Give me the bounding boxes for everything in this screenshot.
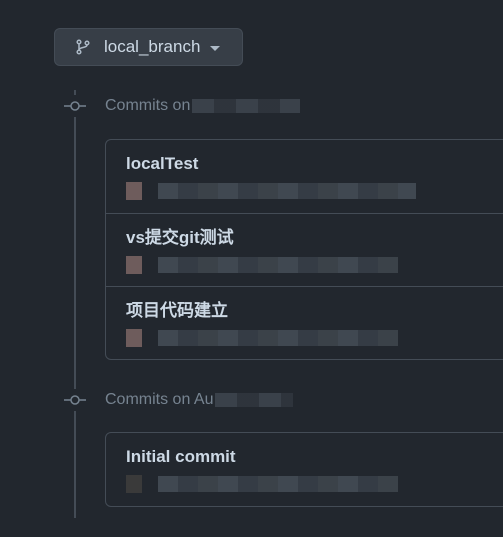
- commit-title[interactable]: vs提交git测试: [126, 228, 503, 248]
- commit-meta: [126, 329, 503, 347]
- commit-item[interactable]: Initial commit: [106, 433, 503, 506]
- redacted-meta: [158, 183, 416, 199]
- commit-item[interactable]: localTest: [106, 140, 503, 213]
- avatar[interactable]: [126, 329, 142, 347]
- redacted-meta: [158, 257, 398, 273]
- branch-selector-button[interactable]: local_branch: [54, 28, 243, 66]
- commit-title[interactable]: localTest: [126, 154, 503, 174]
- commit-item[interactable]: vs提交git测试: [106, 213, 503, 286]
- commit-history-page: local_branch Commits on localTest vs提交gi…: [0, 0, 503, 537]
- commit-group-header: Commits on Au: [64, 389, 294, 411]
- commit-group-title: Commits on: [105, 97, 191, 114]
- commit-meta: [126, 475, 503, 493]
- git-commit-icon: [64, 389, 86, 411]
- redacted-meta: [158, 330, 398, 346]
- commit-meta: [126, 182, 503, 200]
- commit-item[interactable]: 项目代码建立: [106, 286, 503, 359]
- commit-group-header: Commits on: [64, 95, 301, 117]
- redacted-date: [192, 99, 301, 113]
- commit-list: localTest vs提交git测试 项目代码建立: [105, 139, 503, 360]
- commit-title[interactable]: Initial commit: [126, 447, 503, 467]
- avatar[interactable]: [126, 182, 142, 200]
- timeline-line: [74, 90, 76, 518]
- redacted-date: [215, 393, 294, 407]
- triangle-down-icon: [210, 46, 221, 51]
- branch-name: local_branch: [104, 37, 201, 56]
- commit-title[interactable]: 项目代码建立: [126, 301, 503, 321]
- commit-meta: [126, 256, 503, 274]
- commit-group-title: Commits on Au: [105, 391, 214, 408]
- git-commit-icon: [64, 95, 86, 117]
- avatar[interactable]: [126, 475, 142, 493]
- git-branch-icon: [75, 39, 91, 55]
- avatar[interactable]: [126, 256, 142, 274]
- commit-list: Initial commit: [105, 432, 503, 507]
- redacted-meta: [158, 476, 398, 492]
